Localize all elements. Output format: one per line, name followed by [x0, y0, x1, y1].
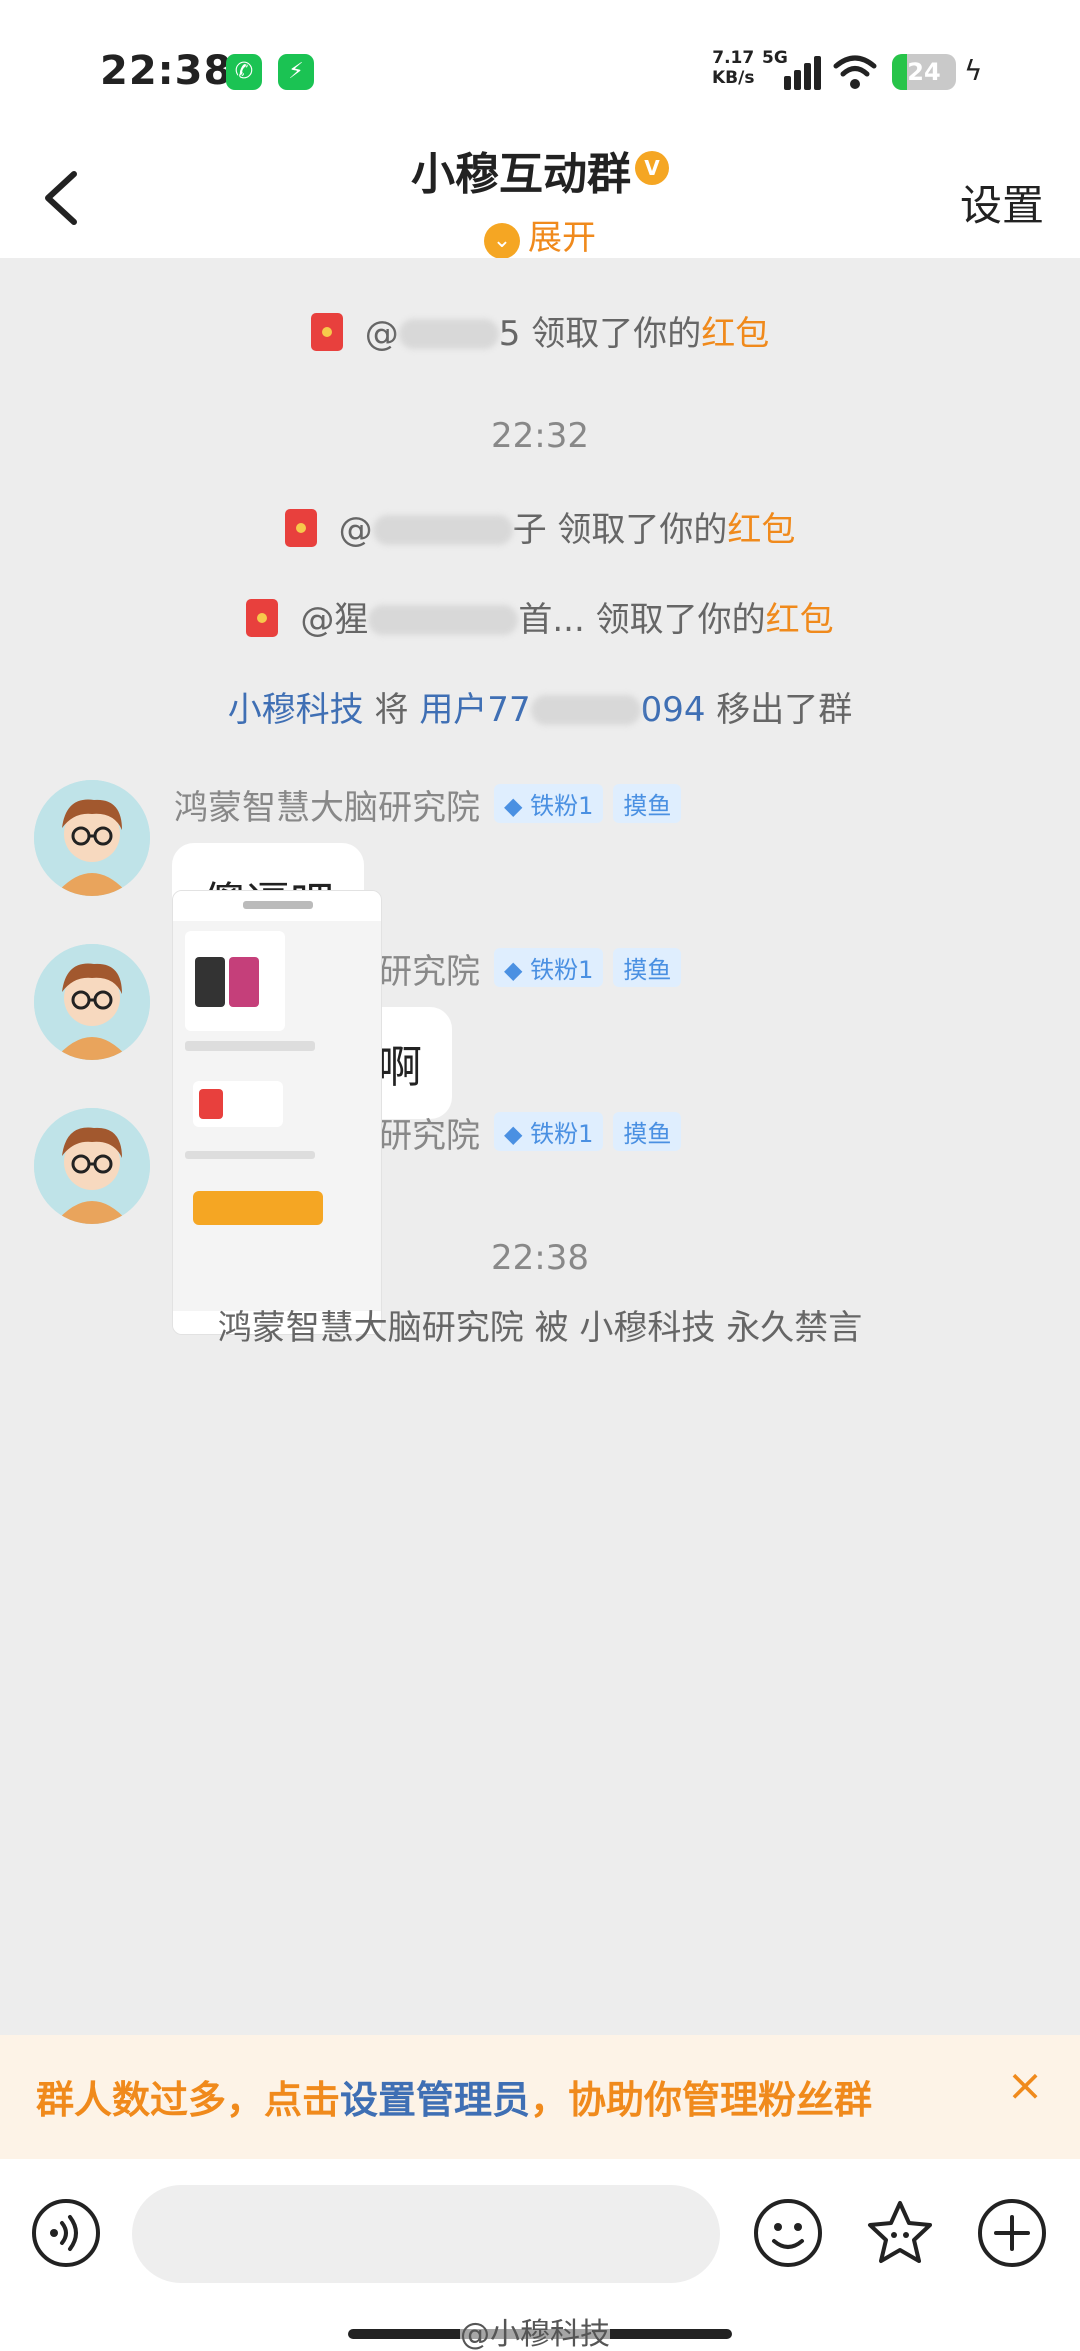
avatar-image: [34, 780, 150, 896]
removed-user-link[interactable]: 用户77 094: [419, 690, 705, 730]
chat-header: 小穆互动群 V ⌄ 展开 设置: [0, 149, 1080, 259]
admin-notice-bar: 群人数过多，点击设置管理员，协助你管理粉丝群 ×: [0, 2035, 1080, 2159]
title-block: 小穆互动群 V: [0, 138, 1080, 202]
timestamp: 22:32: [491, 416, 589, 456]
input-bar: @小穆科技: [0, 2159, 1080, 2351]
emoji-icon[interactable]: [752, 2197, 824, 2269]
settings-button[interactable]: 设置: [960, 172, 1044, 233]
red-packet-link[interactable]: 红包: [727, 510, 795, 550]
avatar-image: [34, 944, 150, 1060]
red-packet-notice: @ 子 领取了你的红包: [0, 502, 1080, 551]
battery-icon: 24: [892, 54, 956, 90]
red-packet-icon: [246, 599, 279, 637]
message-input[interactable]: [132, 2185, 720, 2283]
avatar[interactable]: [34, 1108, 150, 1224]
verified-badge-icon: V: [635, 151, 669, 185]
red-packet-notice: @猩 首... 领取了你的红包: [0, 592, 1080, 641]
expand-label: 展开: [528, 218, 596, 258]
chat-area[interactable]: @5 领取了你的红包 22:32 @ 子 领取了你的红包 @猩 首... 领取了你的…: [0, 258, 1080, 2035]
red-packet-icon: [284, 509, 317, 547]
muted-user: 鸿蒙智慧大脑研究院: [217, 1308, 524, 1348]
plus-icon[interactable]: [976, 2197, 1048, 2269]
avatar-image: [34, 1108, 150, 1224]
network-speed: 7.17 KB/s: [712, 48, 755, 88]
timestamp: 22:38: [491, 1238, 589, 1278]
mute-actor: 小穆科技: [579, 1308, 716, 1348]
member-removed-notice: 小穆科技 将 用户77 094 移出了群: [227, 690, 853, 730]
close-icon[interactable]: ×: [1000, 2061, 1050, 2111]
red-packet-icon: [310, 313, 343, 351]
member-tag: 摸鱼: [613, 1112, 682, 1151]
watermark: @小穆科技: [460, 2309, 610, 2351]
fan-level-badge: ◆ 铁粉1: [494, 948, 604, 987]
fan-level-badge: ◆ 铁粉1: [494, 1112, 604, 1151]
status-bar: 22:38 ✆ ⚡ 7.17 KB/s 5G 24 ϟ: [0, 0, 1080, 150]
avatar[interactable]: [34, 944, 150, 1060]
voice-icon[interactable]: [30, 2197, 102, 2269]
wifi-icon: [833, 55, 877, 89]
red-packet-link[interactable]: 红包: [766, 600, 834, 640]
red-packet-notice: @5 领取了你的红包: [0, 306, 1080, 355]
expand-button[interactable]: ⌄ 展开: [0, 210, 1080, 259]
status-time: 22:38: [100, 48, 233, 94]
battery-level: 24: [907, 58, 941, 86]
fan-level-badge: ◆ 铁粉1: [494, 784, 604, 823]
actor-link[interactable]: 小穆科技: [228, 690, 364, 730]
charge-app-icon: ⚡: [278, 54, 314, 90]
avatar[interactable]: [34, 780, 150, 896]
set-admin-link[interactable]: 设置管理员: [340, 2078, 530, 2122]
sender-name[interactable]: 鸿蒙智慧大脑研究院◆ 铁粉1摸鱼: [174, 780, 682, 829]
wechat-icon: ✆: [226, 54, 262, 90]
chevron-down-icon: ⌄: [484, 223, 520, 259]
signal-icon: [776, 54, 822, 90]
group-title: 小穆互动群: [411, 149, 631, 200]
sticker-star-icon[interactable]: [864, 2197, 936, 2269]
member-tag: 摸鱼: [613, 784, 682, 823]
mute-notice: 鸿蒙智慧大脑研究院 被 小穆科技 永久禁言: [217, 1308, 863, 1348]
notice-text: 群人数过多，点击设置管理员，协助你管理粉丝群: [36, 2078, 873, 2122]
red-packet-link[interactable]: 红包: [701, 314, 769, 354]
charging-bolt-icon: ϟ: [964, 54, 983, 87]
member-tag: 摸鱼: [613, 948, 682, 987]
